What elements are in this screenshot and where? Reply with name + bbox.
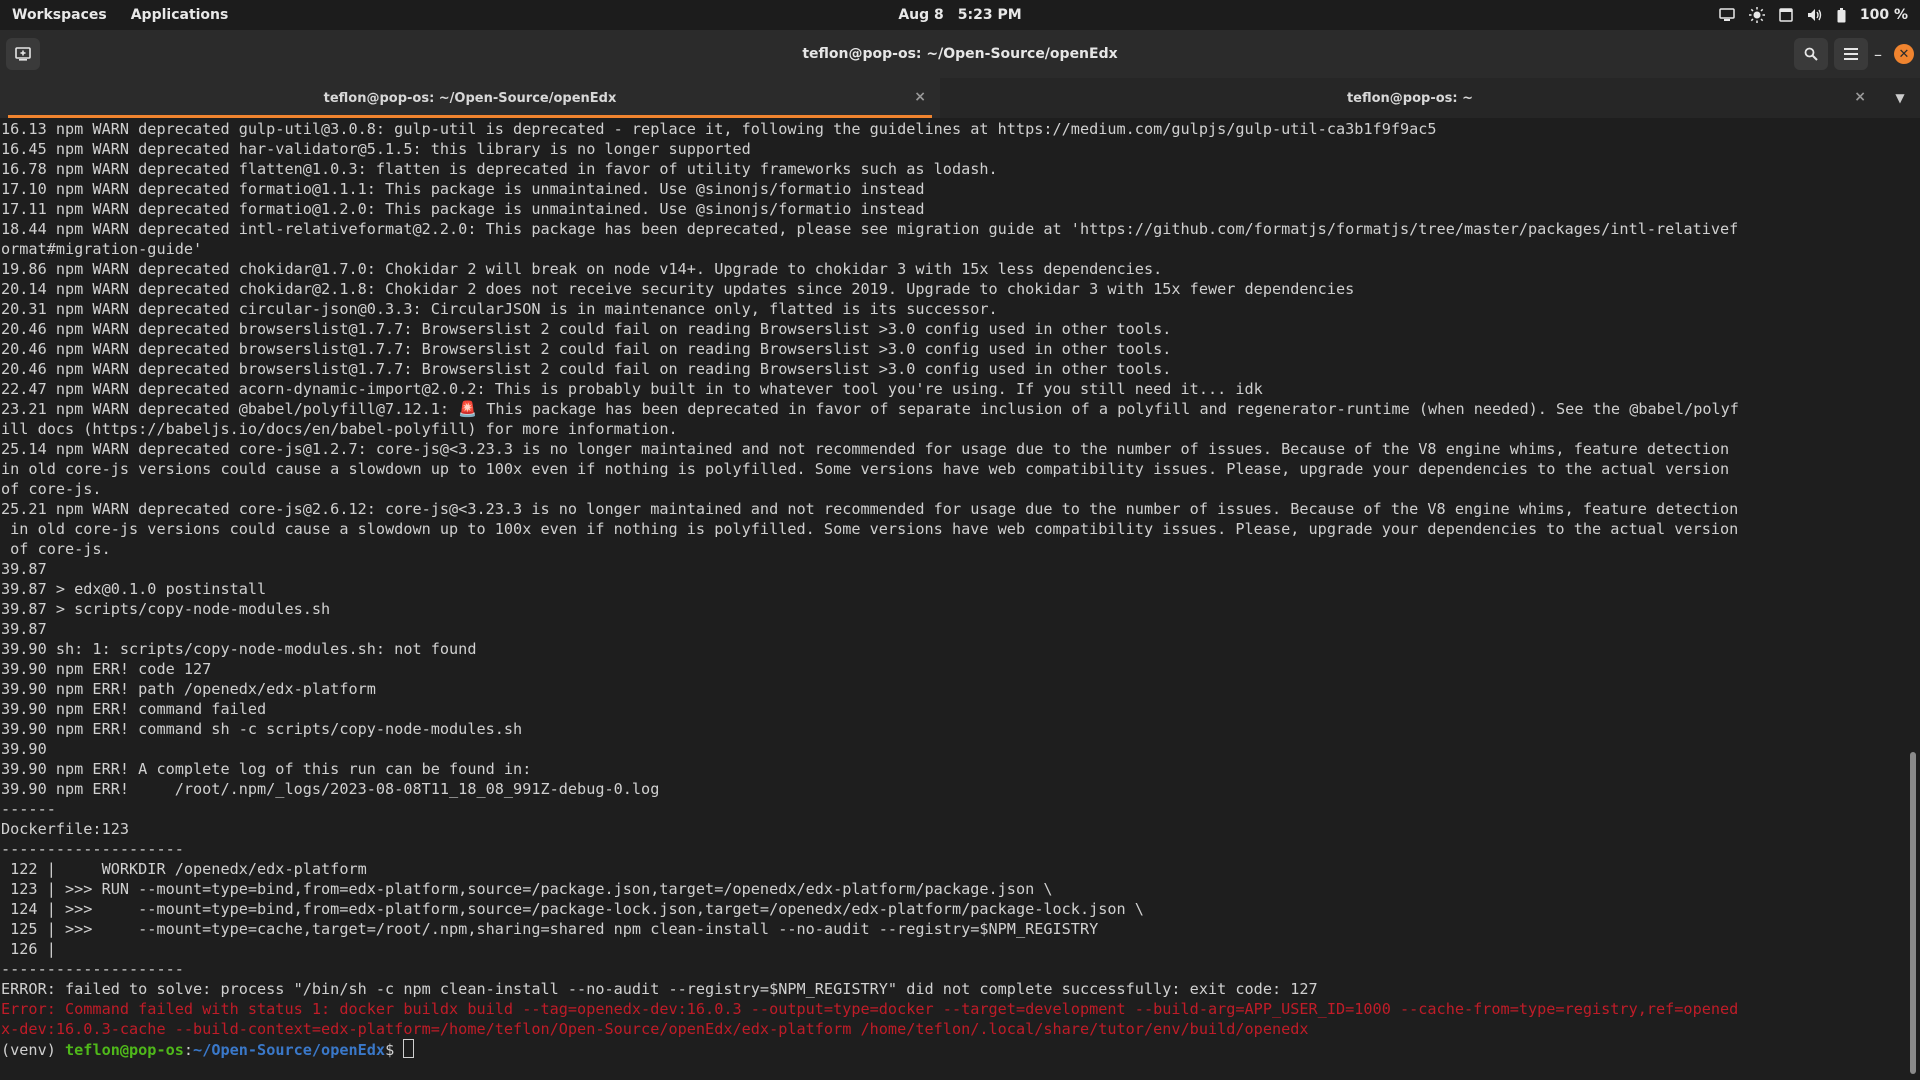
prompt-user: teflon@pop-os xyxy=(65,1041,184,1059)
terminal-line: of core-js. xyxy=(1,540,111,558)
terminal-line: 19.86 npm WARN deprecated chokidar@1.7.0… xyxy=(1,260,1163,278)
terminal-line: 20.46 npm WARN deprecated browserslist@1… xyxy=(1,340,1172,358)
terminal-scrollbar[interactable] xyxy=(1910,752,1916,1074)
shell-prompt[interactable]: (venv) teflon@pop-os:~/Open-Source/openE… xyxy=(1,1039,1909,1059)
terminal-line: -------------------- xyxy=(1,960,184,978)
terminal-line: 39.90 npm ERR! /root/.npm/_logs/2023-08-… xyxy=(1,780,660,798)
terminal-line: 39.87 > scripts/copy-node-modules.sh xyxy=(1,600,331,618)
terminal-line: ERROR: failed to solve: process "/bin/sh… xyxy=(1,980,1318,998)
terminal-line: 39.90 sh: 1: scripts/copy-node-modules.s… xyxy=(1,640,477,658)
tab-list-dropdown[interactable]: ▼ xyxy=(1880,78,1920,118)
terminal-line: 123 | >>> RUN --mount=type=bind,from=edx… xyxy=(1,880,1053,898)
brightness-icon[interactable] xyxy=(1748,7,1765,23)
screen-share-icon[interactable] xyxy=(1719,8,1735,22)
terminal-line: 125 | >>> --mount=type=cache,target=/roo… xyxy=(1,920,1099,938)
search-button[interactable] xyxy=(1794,38,1828,70)
tab-openedx[interactable]: teflon@pop-os: ~/Open-Source/openEdx × xyxy=(0,78,940,118)
terminal-line: 25.14 npm WARN deprecated core-js@1.2.7:… xyxy=(1,440,1730,458)
terminal-error-line: x-dev:16.0.3-cache --build-context=edx-p… xyxy=(1,1020,1309,1038)
terminal-line: 39.87 xyxy=(1,560,47,578)
prompt-separator: : xyxy=(183,1041,194,1059)
search-icon xyxy=(1804,47,1818,61)
tab-label: teflon@pop-os: ~ xyxy=(1346,90,1474,106)
terminal-line: 20.46 npm WARN deprecated browserslist@1… xyxy=(1,320,1172,338)
terminal-line: 39.90 npm ERR! path /openedx/edx-platfor… xyxy=(1,680,376,698)
terminal-output[interactable]: 16.13 npm WARN deprecated gulp-util@3.0.… xyxy=(0,119,1909,1080)
tab-close-icon[interactable]: × xyxy=(914,89,926,105)
window-header: teflon@pop-os: ~/Open-Source/openEdx – ✕ xyxy=(0,30,1920,79)
terminal-line: 122 | WORKDIR /openedx/edx-platform xyxy=(1,860,367,878)
prompt-symbol: $ xyxy=(385,1041,404,1059)
workspaces-button[interactable]: Workspaces xyxy=(12,7,107,23)
battery-icon[interactable] xyxy=(1837,7,1846,23)
terminal-line: in old core-js versions could cause a sl… xyxy=(1,520,1739,538)
terminal-line: ------ xyxy=(1,800,56,818)
terminal-error-line: Error: Command failed with status 1: doc… xyxy=(1,1000,1739,1018)
terminal-line: 20.31 npm WARN deprecated circular-json@… xyxy=(1,300,998,318)
terminal-line: 17.11 npm WARN deprecated formatio@1.2.0… xyxy=(1,200,925,218)
terminal-line: 39.87 xyxy=(1,620,47,638)
tab-home[interactable]: teflon@pop-os: ~ × xyxy=(940,78,1880,118)
terminal-line: 124 | >>> --mount=type=bind,from=edx-pla… xyxy=(1,900,1144,918)
terminal-line: -------------------- xyxy=(1,840,184,858)
terminal-line: 39.90 npm ERR! code 127 xyxy=(1,660,212,678)
new-tab-icon xyxy=(15,47,31,61)
terminal-line: ill docs (https://babeljs.io/docs/en/bab… xyxy=(1,420,678,438)
chevron-down-icon: ▼ xyxy=(1895,91,1905,105)
terminal-line: 16.45 npm WARN deprecated har-validator@… xyxy=(1,140,751,158)
battery-percentage: 100 % xyxy=(1859,7,1908,23)
terminal-line: 20.14 npm WARN deprecated chokidar@2.1.8… xyxy=(1,280,1355,298)
terminal-line: 39.90 npm ERR! command failed xyxy=(1,700,267,718)
terminal-line: 18.44 npm WARN deprecated intl-relativef… xyxy=(1,220,1739,238)
terminal-line: 16.13 npm WARN deprecated gulp-util@3.0.… xyxy=(1,120,1437,138)
terminal-line: 20.46 npm WARN deprecated browserslist@1… xyxy=(1,360,1172,378)
clock[interactable]: Aug 8 5:23 PM xyxy=(898,7,1021,23)
text-cursor xyxy=(403,1039,415,1058)
terminal-line: 23.21 npm WARN deprecated @babel/polyfil… xyxy=(1,400,1739,418)
tab-bar: teflon@pop-os: ~/Open-Source/openEdx × t… xyxy=(0,78,1920,118)
top-bar: Workspaces Applications Aug 8 5:23 PM 10… xyxy=(0,0,1920,30)
close-window-button[interactable]: ✕ xyxy=(1894,44,1914,64)
applications-button[interactable]: Applications xyxy=(131,7,229,23)
prompt-path: ~/Open-Source/openEdx xyxy=(193,1041,386,1059)
terminal-line: Dockerfile:123 xyxy=(1,820,130,838)
terminal-line: 16.78 npm WARN deprecated flatten@1.0.3:… xyxy=(1,160,998,178)
terminal-line: ormat#migration-guide' xyxy=(1,240,203,258)
menu-button[interactable] xyxy=(1834,38,1868,70)
terminal-line: 126 | xyxy=(1,940,56,958)
new-tab-button[interactable] xyxy=(6,38,40,70)
terminal-line: in old core-js versions could cause a sl… xyxy=(1,460,1730,478)
terminal-line: 39.90 xyxy=(1,740,47,758)
terminal-line: 39.90 npm ERR! A complete log of this ru… xyxy=(1,760,532,778)
terminal-line: 17.10 npm WARN deprecated formatio@1.1.1… xyxy=(1,180,925,198)
terminal-line: 25.21 npm WARN deprecated core-js@2.6.12… xyxy=(1,500,1739,518)
window-title: teflon@pop-os: ~/Open-Source/openEdx xyxy=(802,46,1118,62)
date-label: Aug 8 xyxy=(898,7,944,23)
tab-label: teflon@pop-os: ~/Open-Source/openEdx xyxy=(323,90,617,106)
minimize-icon: – xyxy=(1874,44,1882,64)
terminal-line: 22.47 npm WARN deprecated acorn-dynamic-… xyxy=(1,380,1263,398)
terminal-line: 39.90 npm ERR! command sh -c scripts/cop… xyxy=(1,720,523,738)
time-label: 5:23 PM xyxy=(957,7,1022,23)
minimize-button[interactable]: – xyxy=(1868,44,1888,64)
display-icon[interactable] xyxy=(1779,8,1793,22)
volume-icon[interactable] xyxy=(1807,8,1823,22)
terminal-line: of core-js. xyxy=(1,480,102,498)
tab-close-icon[interactable]: × xyxy=(1854,89,1866,105)
prompt-venv: (venv) xyxy=(1,1041,66,1059)
close-icon: ✕ xyxy=(1898,46,1910,62)
hamburger-icon xyxy=(1844,48,1858,60)
terminal-line: 39.87 > edx@0.1.0 postinstall xyxy=(1,580,267,598)
